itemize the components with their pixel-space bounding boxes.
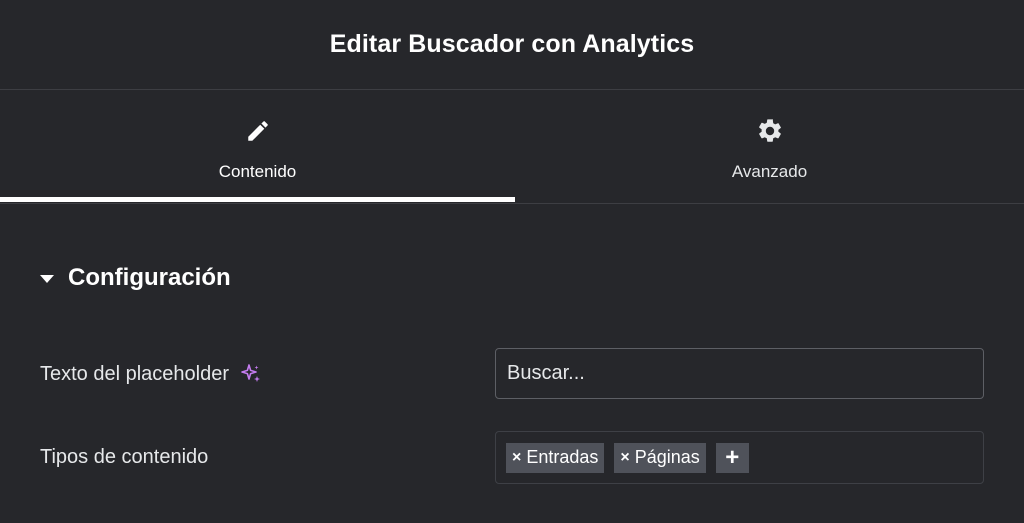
gear-icon [756,117,784,145]
section-title: Configuración [68,264,231,291]
widget-editor-panel: Editar Buscador con Analytics Contenido … [0,0,1024,523]
content-types-row: Tipos de contenido [40,446,208,469]
placeholder-text-input[interactable] [507,362,983,385]
remove-tag-icon[interactable]: × [512,449,521,467]
panel-header: Editar Buscador con Analytics [0,0,1024,90]
tag-label: Páginas [634,447,700,467]
tab-avanzado-label: Avanzado [731,162,808,181]
sparkle-icon[interactable] [239,362,263,386]
add-tag-button[interactable]: + [715,442,749,473]
tab-contenido-label: Contenido [218,162,297,181]
panel-title: Editar Buscador con Analytics [329,30,695,58]
content-types-label: Tipos de contenido [40,446,209,468]
tab-contenido[interactable]: Contenido [0,90,515,203]
tab-avanzado[interactable]: Avanzado [515,90,1024,203]
pencil-icon [244,117,272,145]
tag-entradas: × Entradas [506,442,605,473]
placeholder-text-label: Texto del placeholder [40,362,230,385]
tag-paginas: × Páginas [614,442,706,473]
section-toggle-configuracion[interactable]: Configuración [40,264,231,292]
content-types-field[interactable]: × Entradas × Páginas + [495,431,984,484]
placeholder-text-field[interactable] [495,348,984,399]
tab-bar: Contenido Avanzado [0,90,1024,204]
remove-tag-icon[interactable]: × [620,449,629,467]
tag-label: Entradas [526,447,599,467]
active-tab-indicator [0,197,515,202]
caret-down-icon [40,275,54,283]
placeholder-text-row: Texto del placeholder [40,362,263,386]
